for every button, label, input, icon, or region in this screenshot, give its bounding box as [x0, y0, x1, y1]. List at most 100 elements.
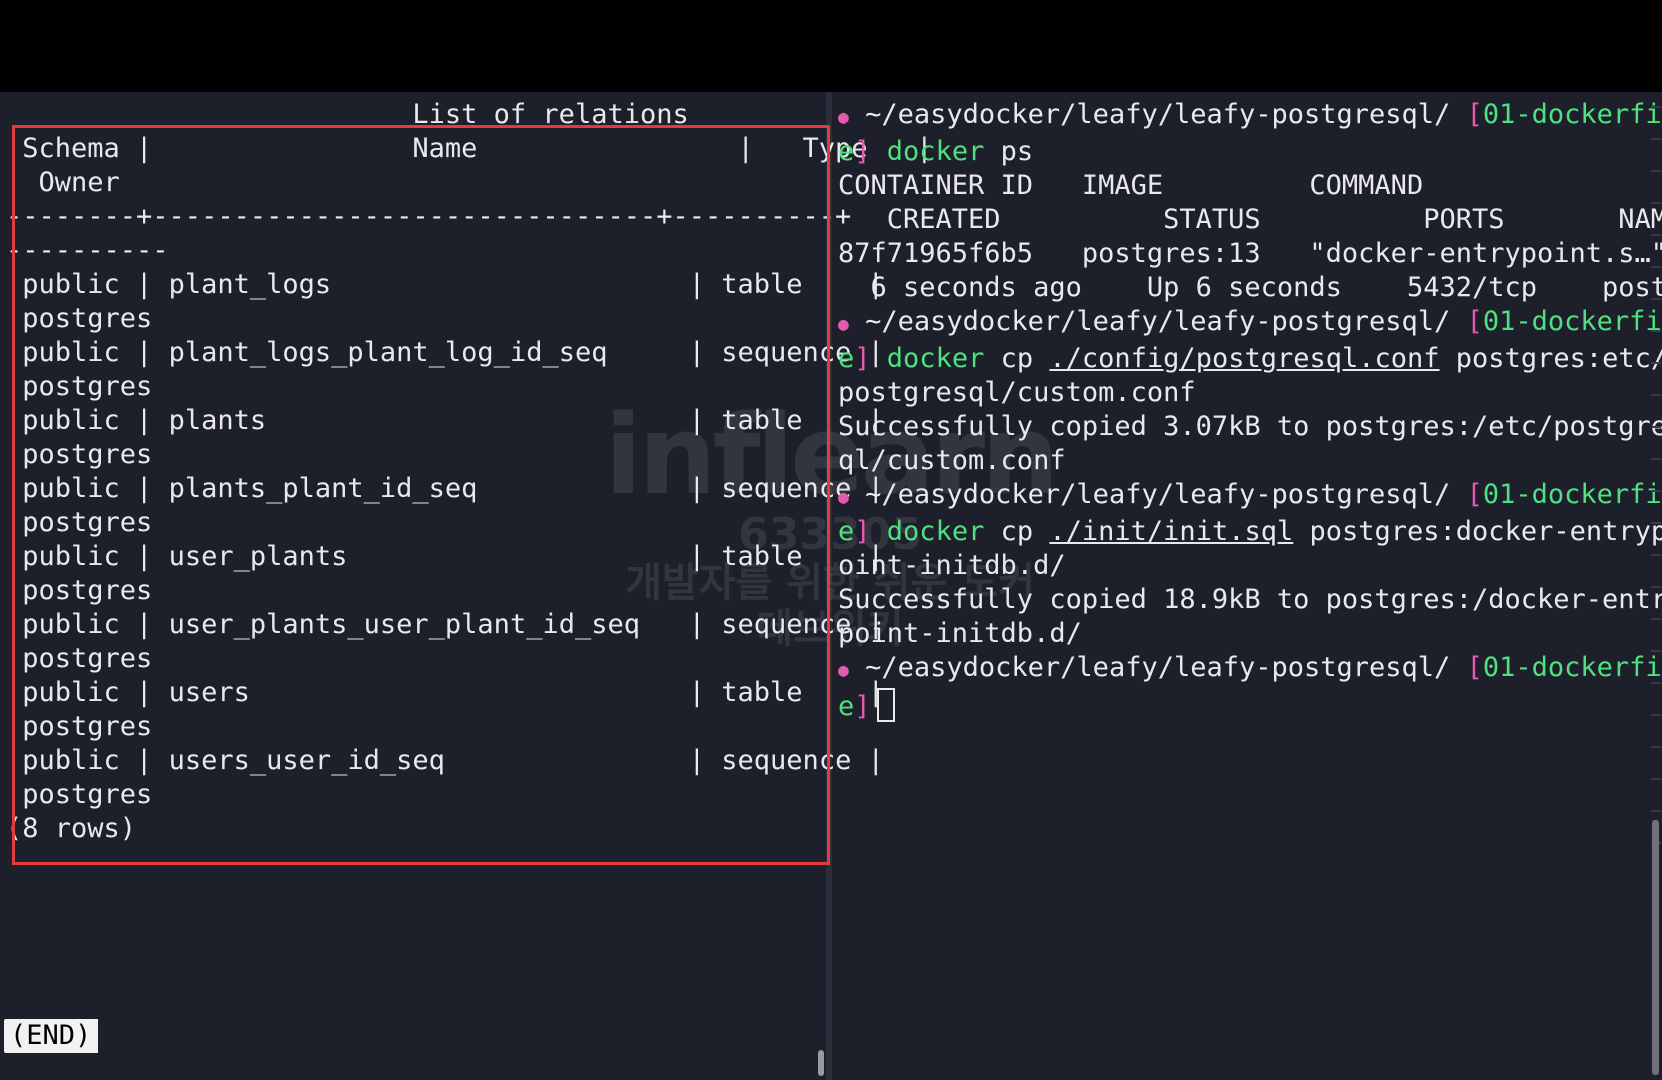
scrollbar-tick — [1651, 586, 1661, 588]
column-divider: | — [672, 745, 722, 776]
relation-row: public | user_plants | table | — [6, 541, 884, 572]
apple-icon: ● — [838, 660, 849, 681]
top-black-bar — [0, 0, 1662, 92]
relation-name: plants_plant_id_seq — [168, 473, 673, 504]
scrollbar-tick — [1651, 170, 1661, 172]
prompt-branch-wrap: e — [838, 343, 855, 374]
relation-row: public | plants_plant_id_seq | sequence … — [6, 473, 884, 504]
scrollbar-tick — [1651, 330, 1661, 332]
scrollbar-tick — [1651, 778, 1661, 780]
relation-type: table — [721, 541, 852, 572]
column-divider: | — [119, 337, 169, 368]
apple-icon: ● — [838, 487, 849, 508]
column-divider: | — [672, 405, 722, 436]
relation-name: plant_logs_plant_log_id_seq — [168, 337, 673, 368]
scrollbar-tick — [1651, 746, 1661, 748]
column-divider: | — [672, 677, 722, 708]
relation-row: public | users | table | — [6, 677, 884, 708]
relation-name: plants — [168, 405, 673, 436]
command-target-wrap: oint-initdb.d/ — [838, 550, 1066, 581]
relation-owner: postgres — [6, 303, 153, 334]
scrollbar-tick — [1651, 202, 1661, 204]
command-bin: docker — [886, 343, 985, 374]
right-scrollbar-thumb[interactable] — [1652, 820, 1659, 1075]
shell-output: ● ~/easydocker/leafy/leafy-postgresql/ [… — [838, 98, 1662, 724]
prompt-dir: ~/easydocker/leafy/leafy-postgresql/ — [865, 479, 1451, 510]
copy-result-wrap: point-initdb.d/ — [838, 618, 1082, 649]
row-count: (8 rows) — [6, 813, 137, 844]
apple-icon: ● — [838, 314, 849, 335]
command-bin: docker — [886, 516, 985, 547]
column-divider: | — [672, 609, 722, 640]
branch-bracket-close: ] — [854, 136, 871, 167]
column-divider: | — [672, 473, 722, 504]
scrollbar-tick — [1651, 714, 1661, 716]
scrollbar-tick — [1651, 266, 1661, 268]
copy-result: Successfully copied 3.07kB to postgres:/… — [838, 411, 1662, 442]
terminal-cursor[interactable] — [876, 688, 895, 722]
scrollbar-tick — [1651, 234, 1661, 236]
scrollbar-tick — [1651, 394, 1661, 396]
prompt-line: ● ~/easydocker/leafy/leafy-postgresql/ [… — [838, 652, 1662, 683]
relation-row: public | plant_logs | table | — [6, 269, 884, 300]
command-target-wrap: postgresql/custom.conf — [838, 377, 1196, 408]
relation-schema: public — [6, 541, 120, 572]
ps-header-1: CONTAINER ID IMAGE COMMAND — [838, 170, 1424, 201]
relation-name: user_plants_user_plant_id_seq — [168, 609, 673, 640]
table-header: Schema | Name | Type | — [6, 133, 933, 164]
command-args: cp — [1000, 516, 1034, 547]
column-divider: | — [119, 473, 169, 504]
prompt-line: ● ~/easydocker/leafy/leafy-postgresql/ [… — [838, 99, 1662, 130]
branch-bracket-open: [ — [1466, 652, 1483, 683]
command-args: cp — [1000, 343, 1034, 374]
relation-name: plant_logs — [168, 269, 673, 300]
relation-schema: public — [6, 677, 120, 708]
scrollbar-tick — [1651, 618, 1661, 620]
scrollbar-tick — [1651, 426, 1661, 428]
prompt-branch-wrap: e — [838, 516, 855, 547]
scrollbar-tick — [1651, 522, 1661, 524]
scrollbar-tick — [1651, 298, 1661, 300]
ps-row-2: 6 seconds ago Up 6 seconds 5432/tcp post… — [838, 272, 1662, 303]
relation-schema: public — [6, 609, 120, 640]
relation-row: public | users_user_id_seq | sequence | — [6, 745, 884, 776]
branch-bracket-open: [ — [1466, 306, 1483, 337]
prompt-dir: ~/easydocker/leafy/leafy-postgresql/ — [865, 306, 1451, 337]
prompt-branch: 01-dockerfil — [1482, 479, 1662, 510]
relation-schema: public — [6, 269, 120, 300]
prompt-line: ● ~/easydocker/leafy/leafy-postgresql/ [… — [838, 479, 1662, 510]
branch-bracket-close: ] — [854, 343, 871, 374]
copy-result-wrap: ql/custom.conf — [838, 445, 1066, 476]
prompt-branch: 01-dockerfil — [1482, 652, 1662, 683]
scrollbar-tick — [1651, 458, 1661, 460]
command-bin: docker — [886, 136, 985, 167]
column-divider: | — [119, 405, 169, 436]
column-divider: | — [119, 609, 169, 640]
column-divider: | — [672, 337, 722, 368]
column-divider: | — [119, 745, 169, 776]
prompt-branch: 01-dockerfil — [1482, 99, 1662, 130]
relation-row: public | plant_logs_plant_log_id_seq | s… — [6, 337, 884, 368]
relation-owner: postgres — [6, 371, 153, 402]
relation-row: public | plants | table | — [6, 405, 884, 436]
left-scrollbar[interactable] — [818, 1050, 824, 1076]
pager-end-indicator: (END) — [4, 1019, 98, 1053]
command-path: ./config/postgresql.conf — [1049, 343, 1440, 374]
relation-owner: postgres — [6, 439, 153, 470]
scrollbar-tick — [1651, 682, 1661, 684]
table-header-owner: Owner — [6, 167, 120, 198]
relation-type: sequence — [721, 337, 852, 368]
scrollbar-tick — [1651, 490, 1661, 492]
relation-name: users_user_id_seq — [168, 745, 673, 776]
apple-icon: ● — [838, 107, 849, 128]
ps-row-1: 87f71965f6b5 postgres:13 "docker-entrypo… — [838, 238, 1662, 269]
relations-rows: public | plant_logs | table | postgres p… — [6, 269, 884, 810]
ps-header-2: CREATED STATUS PORTS NAMES — [838, 204, 1662, 235]
scrollbar-tick — [1651, 106, 1661, 108]
prompt-branch: 01-dockerfil — [1482, 306, 1662, 337]
column-divider: | — [119, 269, 169, 300]
column-divider: | — [672, 541, 722, 572]
column-divider: | — [119, 677, 169, 708]
command-target: postgres:etc/ — [1455, 343, 1662, 374]
relation-row: public | user_plants_user_plant_id_seq |… — [6, 609, 884, 640]
